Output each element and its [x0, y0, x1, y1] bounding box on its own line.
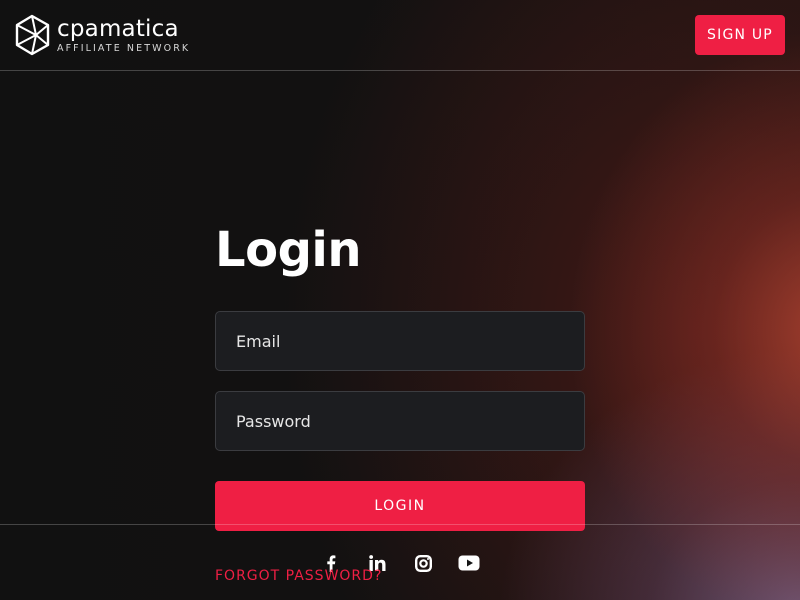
- youtube-link[interactable]: [457, 551, 481, 575]
- brand-logo[interactable]: cpamatica AFFILIATE NETWORK: [14, 14, 190, 56]
- brand-text: cpamatica AFFILIATE NETWORK: [57, 15, 191, 54]
- brand-tagline: AFFILIATE NETWORK: [57, 42, 191, 54]
- instagram-link[interactable]: [411, 551, 435, 575]
- brand-name: cpamatica: [57, 15, 179, 42]
- password-field[interactable]: [215, 391, 585, 451]
- sign-up-button[interactable]: SIGN UP: [695, 15, 785, 55]
- footer-divider: [0, 524, 800, 525]
- forgot-password-link[interactable]: FORGOT PASSWORD?: [215, 568, 382, 584]
- youtube-icon: [458, 555, 480, 571]
- cpamatica-logo-icon: [15, 14, 50, 56]
- top-bar: cpamatica AFFILIATE NETWORK SIGN UP: [0, 0, 800, 71]
- instagram-icon: [414, 554, 432, 572]
- email-field[interactable]: [215, 311, 585, 371]
- page-title: Login: [215, 222, 362, 278]
